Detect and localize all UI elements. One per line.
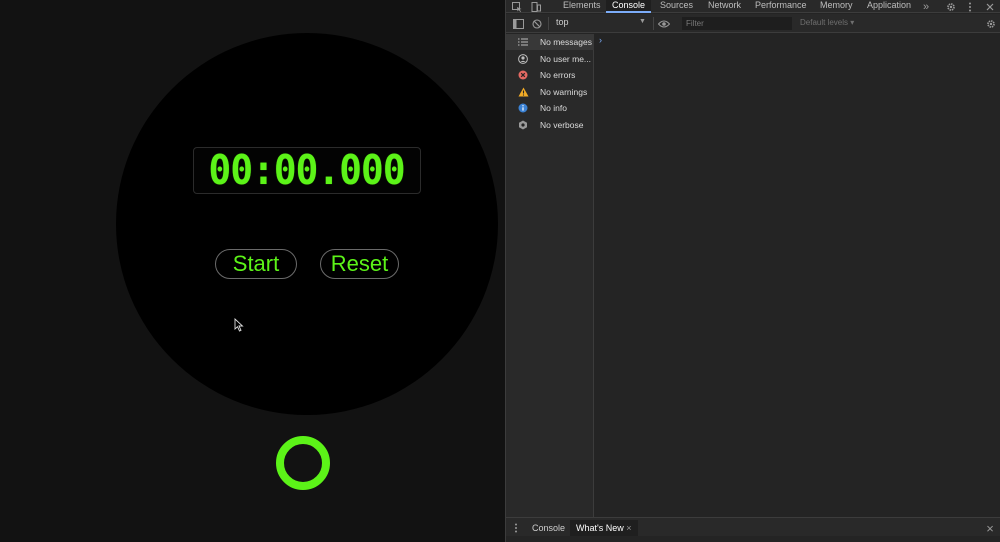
drawer-tabbar: Console What's New × ×	[506, 517, 1000, 537]
device-toolbar-icon[interactable]	[529, 0, 543, 13]
close-devtools-icon[interactable]	[983, 0, 997, 13]
drawer-tab-whats-new[interactable]: What's New ×	[570, 520, 638, 537]
drawer-menu-icon[interactable]	[511, 521, 521, 534]
watch-face	[116, 33, 498, 415]
devtools-panel: Elements Console Sources Network Perform…	[505, 0, 1000, 542]
ring-indicator	[276, 436, 330, 490]
sidebar-item-label: No user me...	[540, 54, 592, 64]
drawer-tab-console[interactable]: Console	[526, 520, 571, 537]
user-icon	[506, 54, 540, 64]
more-tabs-icon[interactable]: »	[919, 0, 933, 13]
context-select[interactable]: top	[556, 17, 569, 27]
stopwatch-page: 00:00.000 Start Reset	[0, 0, 505, 542]
clear-console-icon[interactable]	[530, 17, 544, 30]
reset-button[interactable]: Reset	[320, 249, 399, 279]
devtools-tabbar: Elements Console Sources Network Perform…	[506, 0, 1000, 13]
sidebar-item-label: No warnings	[540, 87, 588, 97]
tab-application[interactable]: Application	[861, 0, 917, 13]
list-icon	[506, 38, 540, 46]
sidebar-item-label: No messages	[540, 37, 592, 47]
console-prompt-chevron[interactable]: ›	[599, 35, 602, 45]
sidebar-item-warnings[interactable]: No warnings	[506, 84, 594, 100]
console-toolbar: top ▼ Default levels ▾	[506, 14, 1000, 33]
close-tab-icon[interactable]: ×	[626, 523, 631, 533]
sidebar-item-verbose[interactable]: No verbose	[506, 117, 594, 133]
info-icon	[506, 103, 540, 113]
tab-memory[interactable]: Memory	[814, 0, 859, 13]
console-output[interactable]: ›	[595, 34, 1000, 517]
toolbar-divider	[653, 17, 654, 30]
timer-digits: 00:00.000	[208, 146, 406, 194]
sidebar-item-label: No verbose	[540, 120, 584, 130]
drawer-content	[506, 536, 1000, 542]
sidebar-item-messages[interactable]: No messages	[506, 34, 594, 50]
sidebar-item-label: No info	[540, 103, 567, 113]
sidebar-item-errors[interactable]: No errors	[506, 67, 594, 83]
start-button[interactable]: Start	[215, 249, 297, 279]
sidebar-item-user-messages[interactable]: No user me...	[506, 51, 594, 67]
tab-sources[interactable]: Sources	[654, 0, 699, 13]
verbose-icon	[506, 120, 540, 130]
tab-network[interactable]: Network	[702, 0, 747, 13]
live-expression-eye-icon[interactable]	[657, 17, 671, 30]
context-dropdown-icon[interactable]: ▼	[639, 18, 646, 25]
warning-icon	[506, 87, 540, 97]
timer-display: 00:00.000	[193, 147, 421, 194]
error-icon	[506, 70, 540, 80]
tab-console[interactable]: Console	[606, 0, 652, 13]
sidebar-item-label: No errors	[540, 70, 576, 80]
log-levels-dropdown[interactable]: Default levels ▾	[800, 18, 854, 27]
console-settings-gear-icon[interactable]	[984, 17, 998, 30]
close-drawer-icon[interactable]: ×	[983, 521, 997, 536]
sidebar-toggle-icon[interactable]	[511, 17, 525, 30]
drawer-tab-label: What's New	[576, 523, 624, 533]
tab-performance[interactable]: Performance	[749, 0, 813, 13]
console-sidebar: No messages No user me... No errors No w…	[506, 34, 594, 517]
kebab-menu-icon[interactable]	[964, 0, 976, 13]
sidebar-item-info[interactable]: No info	[506, 100, 594, 116]
inspect-element-icon[interactable]	[510, 0, 524, 13]
console-filter-input[interactable]	[682, 17, 792, 30]
tab-elements[interactable]: Elements	[557, 0, 607, 13]
settings-gear-icon[interactable]	[944, 0, 958, 13]
toolbar-divider	[548, 17, 549, 30]
mouse-cursor-icon	[234, 318, 244, 332]
